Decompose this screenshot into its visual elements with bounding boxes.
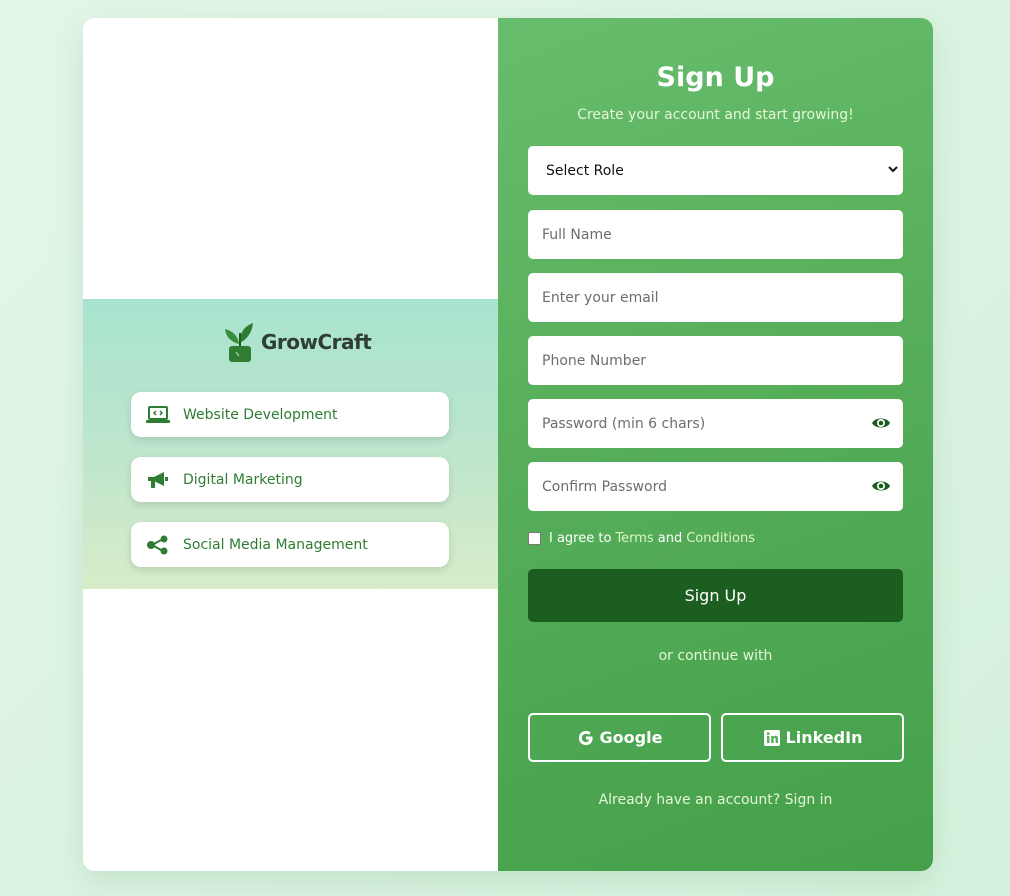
chevron-down-icon (888, 166, 898, 173)
confirm-password-placeholder: Confirm Password (542, 478, 668, 495)
signup-card: GrowCraft Website Development Digital Ma… (83, 18, 933, 871)
role-select-value: Select Role (546, 162, 624, 179)
linkedin-button[interactable]: LinkedIn (721, 713, 904, 762)
left-panel: GrowCraft Website Development Digital Ma… (83, 18, 498, 871)
service-social-media-management: Social Media Management (131, 522, 449, 567)
service-website-development: Website Development (131, 392, 449, 437)
linkedin-label: LinkedIn (785, 728, 863, 747)
share-icon (147, 535, 168, 554)
laptop-code-icon (146, 405, 170, 423)
megaphone-icon (148, 471, 168, 488)
role-select[interactable]: Select Role (528, 146, 903, 195)
service-label: Website Development (183, 406, 338, 423)
phone-placeholder: Phone Number (542, 352, 647, 369)
agree-prefix: I agree to (549, 531, 612, 546)
terms-link[interactable]: Terms (615, 531, 653, 546)
service-label: Social Media Management (183, 536, 368, 553)
service-label: Digital Marketing (183, 471, 303, 488)
service-digital-marketing: Digital Marketing (131, 457, 449, 502)
sign-up-button[interactable]: Sign Up (528, 569, 903, 622)
terms-checkbox[interactable] (528, 532, 541, 545)
google-label: Google (599, 728, 663, 747)
terms-agreement: I agree to Terms and Conditions (528, 531, 755, 546)
sign-in-link[interactable]: Already have an account? Sign in (498, 792, 933, 808)
google-button[interactable]: Google (528, 713, 711, 762)
full-name-input[interactable]: Full Name (528, 210, 903, 259)
linkedin-icon (763, 729, 780, 746)
eye-icon[interactable] (871, 414, 891, 432)
password-placeholder: Password (min 6 chars) (542, 415, 706, 432)
services-promo: GrowCraft Website Development Digital Ma… (83, 299, 498, 589)
or-continue-text: or continue with (658, 648, 773, 664)
conditions-link[interactable]: Conditions (686, 531, 755, 546)
brand-name: GrowCraft (261, 330, 372, 354)
eye-icon[interactable] (871, 477, 891, 495)
email-input[interactable]: Enter your email (528, 273, 903, 322)
full-name-placeholder: Full Name (542, 226, 612, 243)
sprout-icon (225, 323, 253, 362)
google-icon (578, 730, 593, 745)
confirm-password-input[interactable]: Confirm Password (528, 462, 903, 511)
form-title: Sign Up (656, 62, 775, 93)
brand-logo: GrowCraft (223, 319, 372, 365)
and-text: and (657, 531, 683, 546)
phone-input[interactable]: Phone Number (528, 336, 903, 385)
form-subtitle: Create your account and start growing! (577, 107, 854, 123)
password-input[interactable]: Password (min 6 chars) (528, 399, 903, 448)
signup-form-panel: Sign Up Create your account and start gr… (498, 18, 933, 871)
email-placeholder: Enter your email (542, 289, 659, 306)
